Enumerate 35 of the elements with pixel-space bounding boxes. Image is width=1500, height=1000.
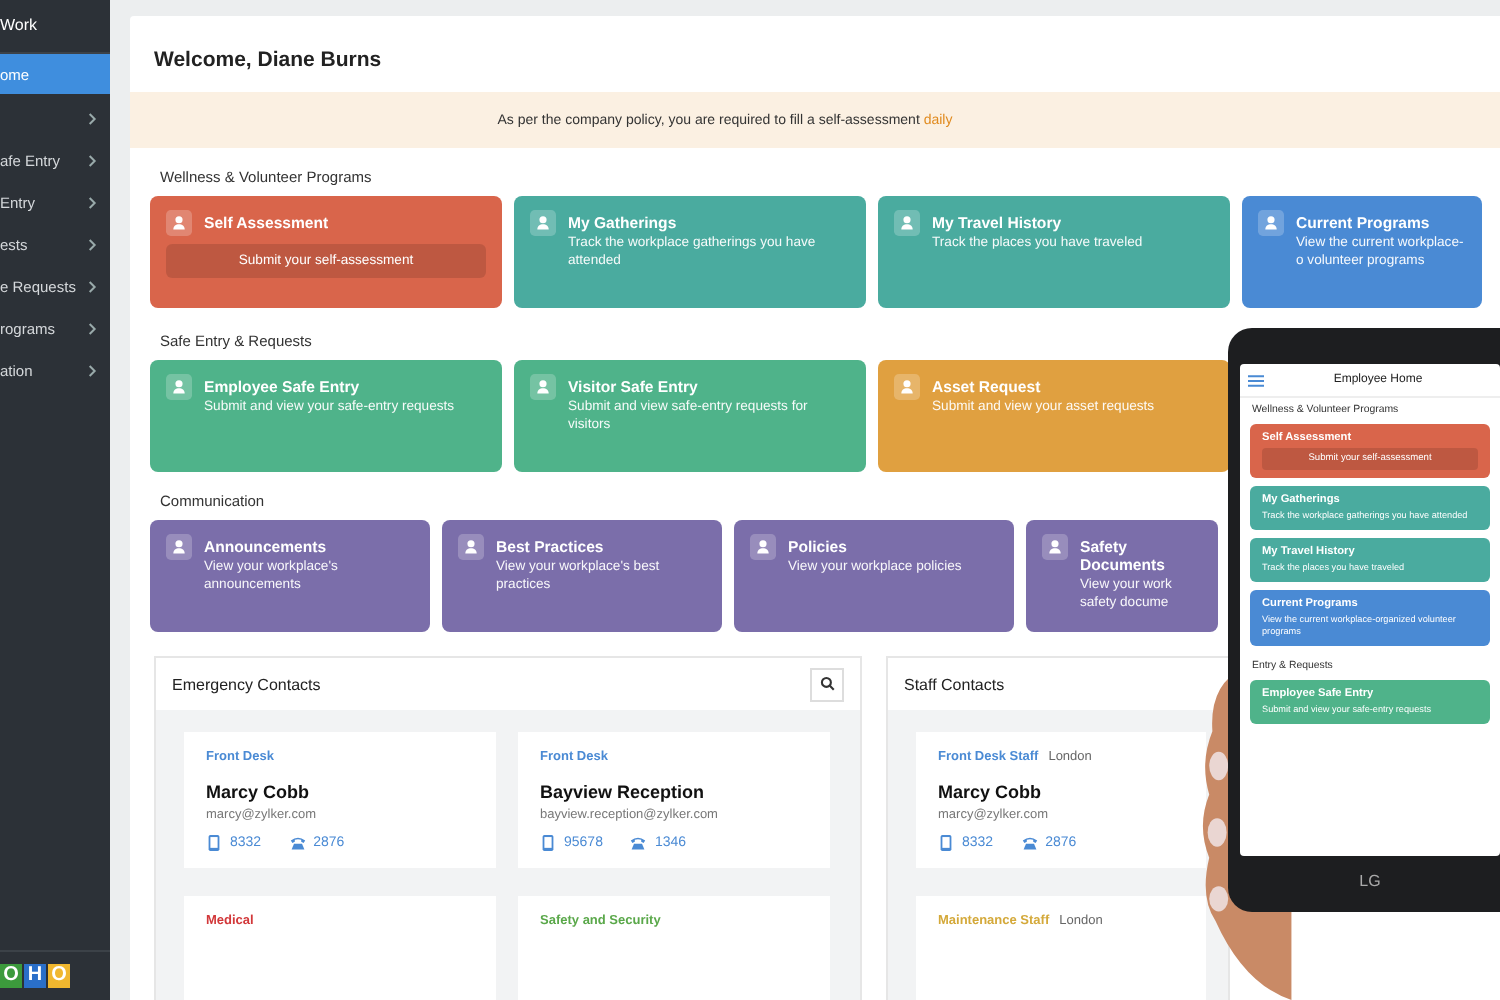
chevron-icon bbox=[88, 238, 98, 252]
person-icon bbox=[750, 534, 776, 560]
desk-phone-icon bbox=[1021, 834, 1038, 852]
contact-name: Bayview Reception bbox=[540, 782, 707, 802]
search-icon bbox=[819, 676, 835, 692]
chevron-icon bbox=[88, 322, 98, 336]
panel-title: Staff Contacts bbox=[904, 675, 1005, 693]
desk-phone-icon bbox=[289, 834, 306, 852]
welcome-title: Welcome, Diane Burns bbox=[152, 46, 384, 76]
contact-name: Marcy Cobb bbox=[206, 782, 312, 802]
chevron-icon bbox=[88, 364, 98, 378]
chevron-icon bbox=[88, 280, 98, 294]
person-icon bbox=[1042, 534, 1068, 560]
mobile-phone-icon bbox=[938, 834, 954, 852]
desk-phone-icon bbox=[630, 834, 647, 852]
chevron-icon bbox=[88, 154, 98, 168]
contact-name: Marcy Cobb bbox=[938, 782, 1044, 802]
mobile-phone-icon bbox=[206, 834, 222, 852]
panel-title: Emergency Contacts bbox=[172, 675, 321, 693]
chevron-icon bbox=[88, 112, 98, 126]
logo: O H O bbox=[0, 964, 70, 988]
menu-icon[interactable] bbox=[1248, 373, 1264, 387]
chevron-icon bbox=[88, 196, 98, 210]
person-icon bbox=[166, 374, 192, 400]
brand-logo: LG bbox=[1357, 872, 1383, 890]
person-icon bbox=[166, 534, 192, 560]
person-icon bbox=[166, 210, 192, 236]
person-icon bbox=[530, 210, 556, 236]
search-button[interactable] bbox=[810, 667, 844, 701]
person-icon bbox=[458, 534, 484, 560]
mobile-phone-icon bbox=[540, 834, 556, 852]
person-icon bbox=[894, 210, 920, 236]
person-icon bbox=[1258, 210, 1284, 236]
person-icon bbox=[530, 374, 556, 400]
person-icon bbox=[894, 374, 920, 400]
